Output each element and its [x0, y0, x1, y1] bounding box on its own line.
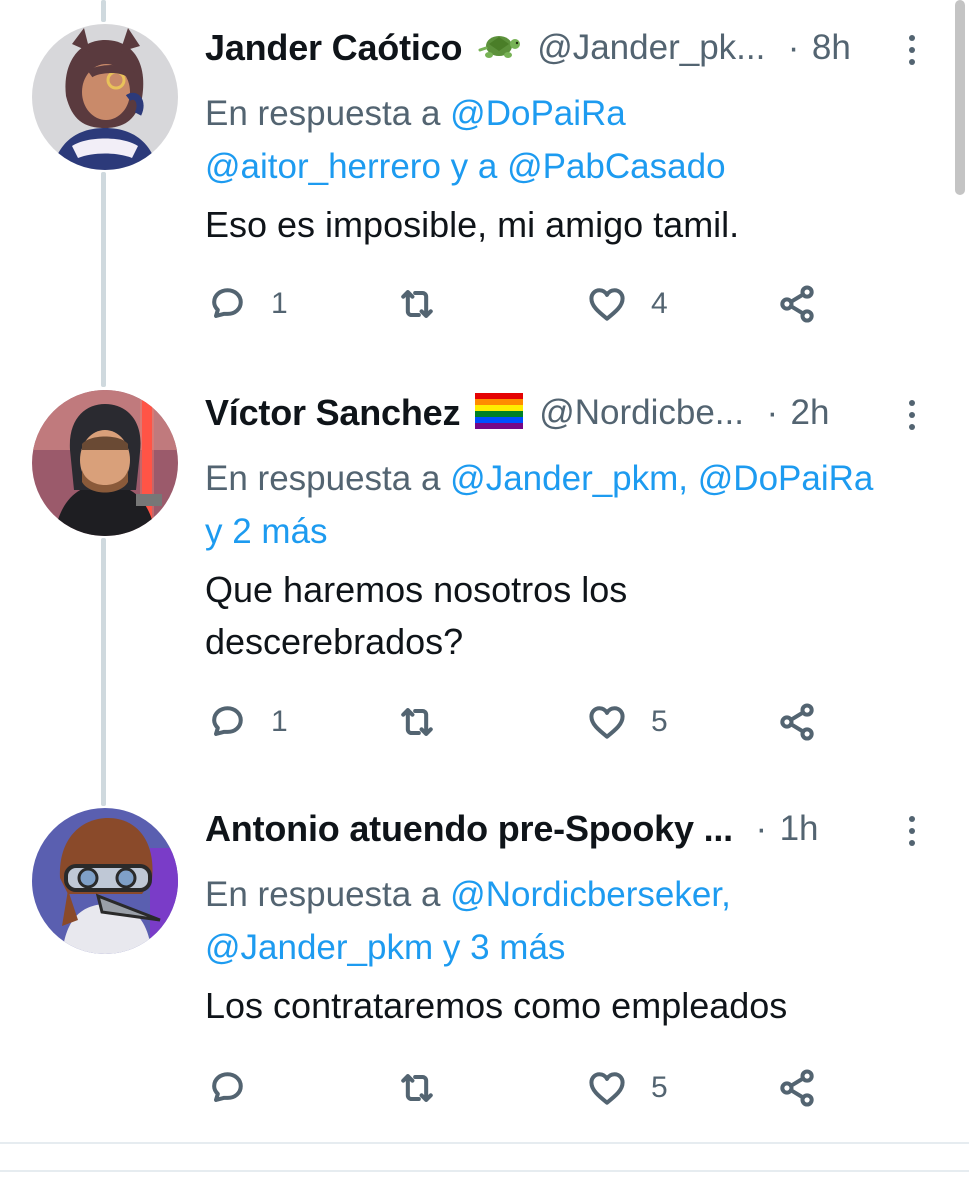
handle[interactable]: @Jander_pk...	[537, 28, 765, 67]
more-mentions-link[interactable]: y 2 más	[205, 512, 328, 551]
reply-context: En respuesta a @Nordicberseker, @Jander_…	[205, 868, 949, 974]
separator-dot: ·	[766, 393, 779, 432]
action-bar: 5	[205, 1058, 905, 1118]
timestamp[interactable]: 2h	[791, 393, 830, 432]
reply-join: y a	[450, 147, 498, 186]
tweet-header: Antonio atuendo pre-Spooky ... · 1h	[205, 808, 949, 868]
reply-context: En respuesta a @Jander_pkm, @DoPaiRa y 2…	[205, 452, 949, 558]
tweet-text: Los contrataremos como empleados	[205, 985, 788, 1026]
reply-context: En respuesta a @DoPaiRa @aitor_herrero y…	[205, 87, 949, 193]
retweet-icon	[401, 1074, 433, 1102]
like-count: 5	[651, 705, 668, 738]
tweet-header: Víctor Sanchez @Nordicbe... · 2h	[205, 392, 949, 452]
thread-line-1	[101, 172, 106, 387]
display-name[interactable]: Víctor Sanchez	[205, 392, 460, 433]
like-count: 5	[651, 1071, 668, 1104]
share-icon	[780, 1069, 814, 1107]
timestamp[interactable]: 1h	[780, 809, 819, 848]
reply-button[interactable]: 1	[205, 692, 288, 752]
tweet-text-line: descerebrados?	[205, 621, 464, 662]
tweet-text: Que haremos nosotros los descerebrados?	[205, 564, 949, 668]
thread-line-2	[101, 538, 106, 806]
thread-line-top	[101, 0, 106, 22]
avatar-antonio-image	[32, 808, 178, 954]
avatar[interactable]	[32, 390, 178, 536]
scrollbar-thumb[interactable]	[955, 0, 965, 195]
separator-dot: ·	[755, 809, 768, 848]
reply-prefix: En respuesta a	[205, 459, 441, 498]
timestamp[interactable]: 8h	[812, 28, 851, 67]
display-name[interactable]: Jander Caótico	[205, 27, 462, 68]
action-bar: 1 5	[205, 692, 905, 752]
reply-icon	[212, 1072, 243, 1102]
like-count: 4	[651, 287, 668, 320]
reply-icon	[212, 288, 243, 318]
more-icon[interactable]	[909, 400, 917, 436]
divider	[0, 1142, 969, 1144]
retweet-button[interactable]	[395, 692, 439, 752]
retweet-button[interactable]	[395, 1058, 439, 1118]
share-icon	[780, 285, 814, 323]
share-button[interactable]	[775, 1058, 819, 1118]
share-icon	[780, 703, 814, 741]
reply-prefix: En respuesta a	[205, 94, 441, 133]
more-mentions-link[interactable]: y 3 más	[443, 928, 566, 967]
reply-prefix: En respuesta a	[205, 875, 441, 914]
tweet-text: Eso es imposible, mi amigo tamil.	[205, 204, 740, 245]
like-button[interactable]: 5	[585, 1058, 668, 1118]
reply-count: 1	[271, 705, 288, 738]
like-button[interactable]: 5	[585, 692, 668, 752]
share-button[interactable]	[775, 692, 819, 752]
avatar[interactable]	[32, 24, 178, 170]
avatar-victor-image	[32, 390, 178, 536]
reply-icon	[212, 706, 243, 736]
turtle-icon	[477, 31, 521, 66]
action-bar: 1 4	[205, 274, 905, 334]
rainbow-flag-icon	[474, 392, 523, 434]
mention-link[interactable]: @Jander_pkm	[205, 928, 433, 967]
reply-button[interactable]	[205, 1058, 249, 1118]
heart-icon	[589, 288, 625, 321]
display-name[interactable]: Antonio atuendo pre-Spooky ...	[205, 808, 733, 849]
mention-link[interactable]: @PabCasado	[507, 147, 725, 186]
separator-dot: ·	[787, 28, 800, 67]
retweet-icon	[401, 708, 433, 736]
tweet-header: Jander Caótico @Jander_pk... · 8h	[205, 27, 949, 87]
handle[interactable]: @Nordicbe...	[539, 393, 744, 432]
mention-link[interactable]: @aitor_herrero	[205, 147, 441, 186]
avatar-jander-image	[32, 24, 178, 170]
tweet-text-line: Que haremos nosotros los	[205, 569, 628, 610]
heart-icon	[589, 706, 625, 739]
share-button[interactable]	[775, 274, 819, 334]
more-icon[interactable]	[909, 816, 917, 852]
mention-link[interactable]: @Nordicberseker,	[450, 875, 731, 914]
more-icon[interactable]	[909, 35, 917, 71]
like-button[interactable]: 4	[585, 274, 668, 334]
avatar[interactable]	[32, 808, 178, 954]
heart-icon	[589, 1072, 625, 1105]
divider	[0, 1170, 969, 1172]
mention-link[interactable]: @Jander_pkm,	[450, 459, 688, 498]
mention-link[interactable]: @DoPaiRa	[698, 459, 874, 498]
retweet-icon	[401, 290, 433, 318]
reply-button[interactable]: 1	[205, 274, 288, 334]
mention-link[interactable]: @DoPaiRa	[450, 94, 626, 133]
retweet-button[interactable]	[395, 274, 439, 334]
reply-count: 1	[271, 287, 288, 320]
